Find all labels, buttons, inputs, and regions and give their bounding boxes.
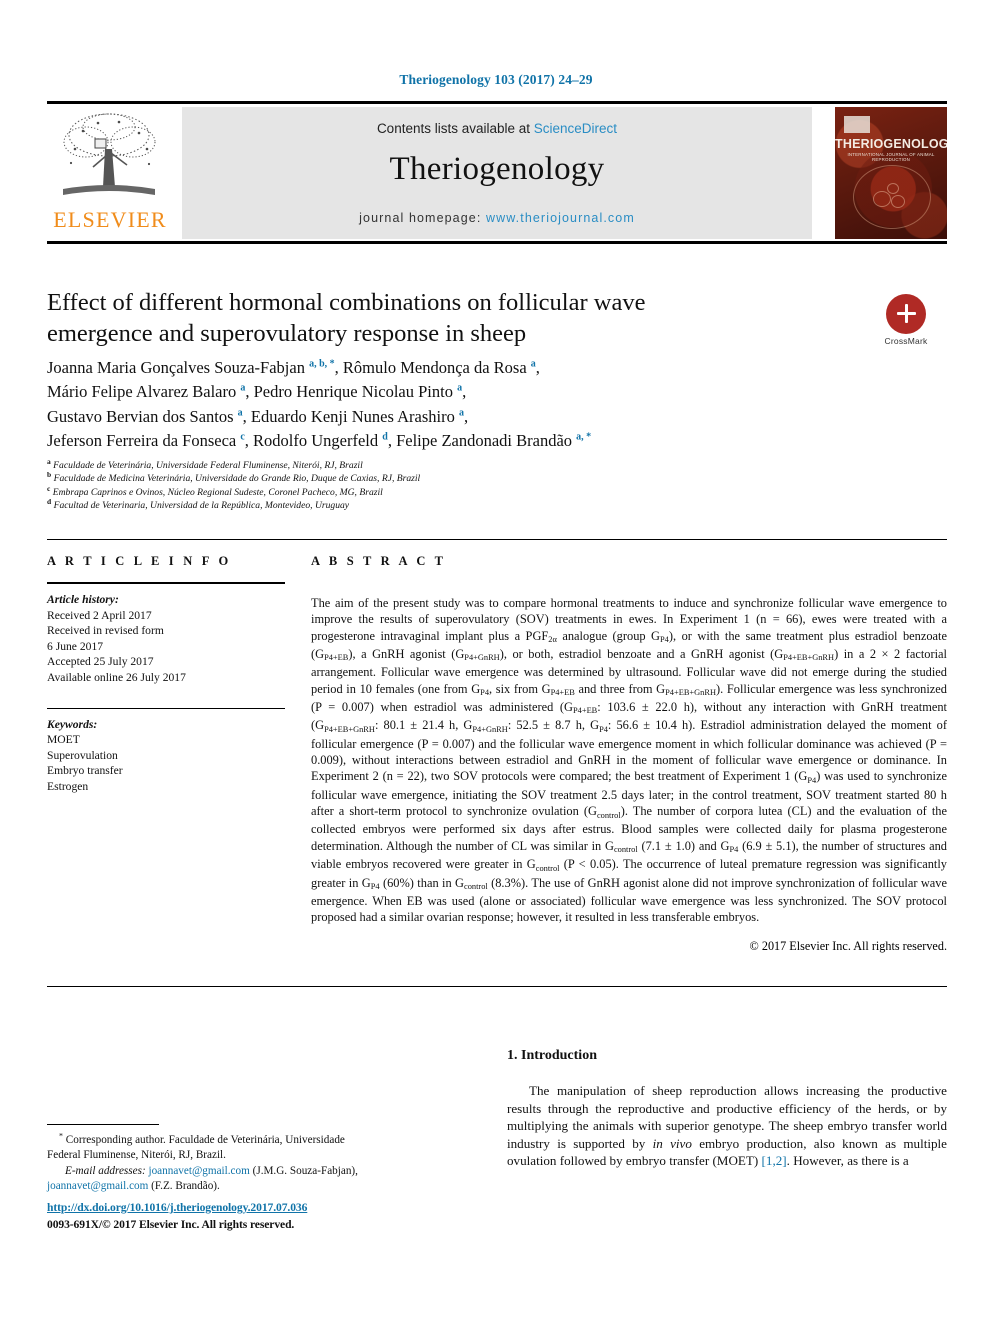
affiliation-item: c Embrapa Caprinos e Ovinos, Núcleo Regi… (47, 483, 667, 499)
affiliation-marker: c (47, 483, 51, 493)
issn-copyright-line: 0093-691X/© 2017 Elsevier Inc. All right… (47, 1217, 295, 1231)
affiliation-text: Faculdade de Veterinária, Universidade F… (53, 460, 363, 471)
article-history-block: Article history: Received 2 April 2017 R… (47, 592, 285, 686)
info-section-rule-bottom (47, 986, 947, 987)
contents-available-line: Contents lists available at ScienceDirec… (182, 121, 812, 136)
elsevier-wordmark: ELSEVIER (53, 207, 167, 232)
affiliation-item: b Faculdade de Medicina Veterinária, Uni… (47, 470, 667, 485)
footnote-divider (47, 1124, 159, 1125)
masthead-rule-bottom (47, 241, 947, 244)
affiliation-list: a Faculdade de Veterinária, Universidade… (47, 456, 667, 512)
crossmark-badge[interactable]: CrossMark (867, 294, 945, 346)
crossmark-icon (886, 294, 926, 334)
affiliation-text: Faculdade de Medicina Veterinária, Unive… (53, 473, 421, 485)
journal-cover-thumbnail: THERIOGENOLOGY INTERNATIONAL JOURNAL OF … (835, 107, 947, 239)
keyword-item: Embryo transfer (47, 764, 123, 778)
journal-masthead: ELSEVIER Contents lists available at Sci… (47, 101, 947, 244)
footer-block: http://dx.doi.org/10.1016/j.theriogenolo… (47, 1200, 467, 1233)
abstract-column: A B S T R A C T The aim of the present s… (311, 554, 947, 954)
affiliation-marker: a (47, 456, 51, 466)
paper-page: Theriogenology 103 (2017) 24–29 ELSEVIER… (0, 0, 992, 1323)
affiliation-item: d Facultad de Veterinaria, Universidad d… (47, 496, 667, 512)
affiliation-item: a Faculdade de Veterinária, Universidade… (47, 456, 667, 472)
info-section-rule-top (47, 539, 947, 540)
keywords-divider (47, 707, 285, 709)
introduction-heading: 1. Introduction (507, 1048, 597, 1063)
abstract-text: The aim of the present study was to comp… (311, 596, 948, 925)
cover-journal-title: THERIOGENOLOGY (835, 137, 947, 151)
article-history-label: Article history: (47, 593, 119, 606)
article-history-item: Received in revised form (47, 624, 164, 638)
keywords-block: Keywords: MOET Superovulation Embryo tra… (47, 717, 285, 795)
affiliation-marker: d (47, 496, 52, 506)
article-history-item: Available online 26 July 2017 (47, 670, 186, 684)
article-info-heading: A R T I C L E I N F O (47, 554, 232, 568)
abstract-copyright: © 2017 Elsevier Inc. All rights reserved… (749, 938, 947, 953)
journal-title: Theriogenology (389, 151, 605, 187)
cover-dot-b (891, 195, 905, 208)
article-history-item: Received 2 April 2017 (47, 608, 152, 622)
elsevier-logo: ELSEVIER (47, 107, 173, 239)
masthead-rule-top (47, 101, 947, 104)
article-info-column: A R T I C L E I N F O Article history: R… (47, 554, 285, 795)
footnote-block: * Corresponding author. Faculdade de Vet… (47, 1124, 377, 1193)
keyword-item: MOET (47, 733, 80, 747)
affiliation-text: Embrapa Caprinos e Ovinos, Núcleo Region… (52, 486, 383, 498)
article-history-item: Accepted 25 July 2017 (47, 655, 154, 669)
corresponding-author-note: * Corresponding author. Faculdade de Vet… (47, 1131, 345, 1161)
introduction-text: The manipulation of sheep reproduction a… (507, 1083, 947, 1169)
crossmark-label: CrossMark (884, 336, 928, 346)
article-history-item: 6 June 2017 (47, 639, 104, 653)
email-addresses-note: E-mail addresses: joannavet@gmail.com (J… (47, 1165, 358, 1192)
affiliation-text: Facultad de Veterinaria, Universidad de … (53, 499, 350, 511)
doi-link[interactable]: http://dx.doi.org/10.1016/j.theriogenolo… (47, 1200, 467, 1217)
running-head: Theriogenology 103 (2017) 24–29 (399, 72, 593, 87)
elsevier-tree-icon (63, 113, 156, 195)
cover-journal-subtitle: INTERNATIONAL JOURNAL OF ANIMAL REPRODUC… (847, 152, 935, 162)
journal-homepage-link[interactable]: www.theriojournal.com (486, 211, 635, 225)
keyword-item: Estrogen (47, 779, 89, 793)
cover-dot-c (887, 183, 899, 194)
abstract-heading: A B S T R A C T (311, 554, 447, 568)
cover-dot-a (873, 191, 891, 207)
article-info-divider (47, 582, 285, 584)
author-list: Joanna Maria Gonçalves Souza-Fabjan a, b… (47, 358, 592, 450)
journal-homepage-line: journal homepage: www.theriojournal.com (182, 211, 812, 225)
introduction-column: 1. Introduction The manipulation of shee… (507, 1048, 947, 1170)
page-title: Effect of different hormonal combination… (47, 289, 646, 347)
keywords-label: Keywords: (47, 717, 98, 731)
cover-elsevier-mark (844, 116, 870, 133)
keyword-item: Superovulation (47, 748, 118, 762)
masthead-center: Contents lists available at ScienceDirec… (182, 107, 812, 239)
sciencedirect-link[interactable]: ScienceDirect (534, 121, 617, 136)
contents-prefix: Contents lists available at (376, 121, 534, 136)
homepage-prefix: journal homepage: (359, 211, 486, 225)
affiliation-marker: b (47, 470, 52, 480)
